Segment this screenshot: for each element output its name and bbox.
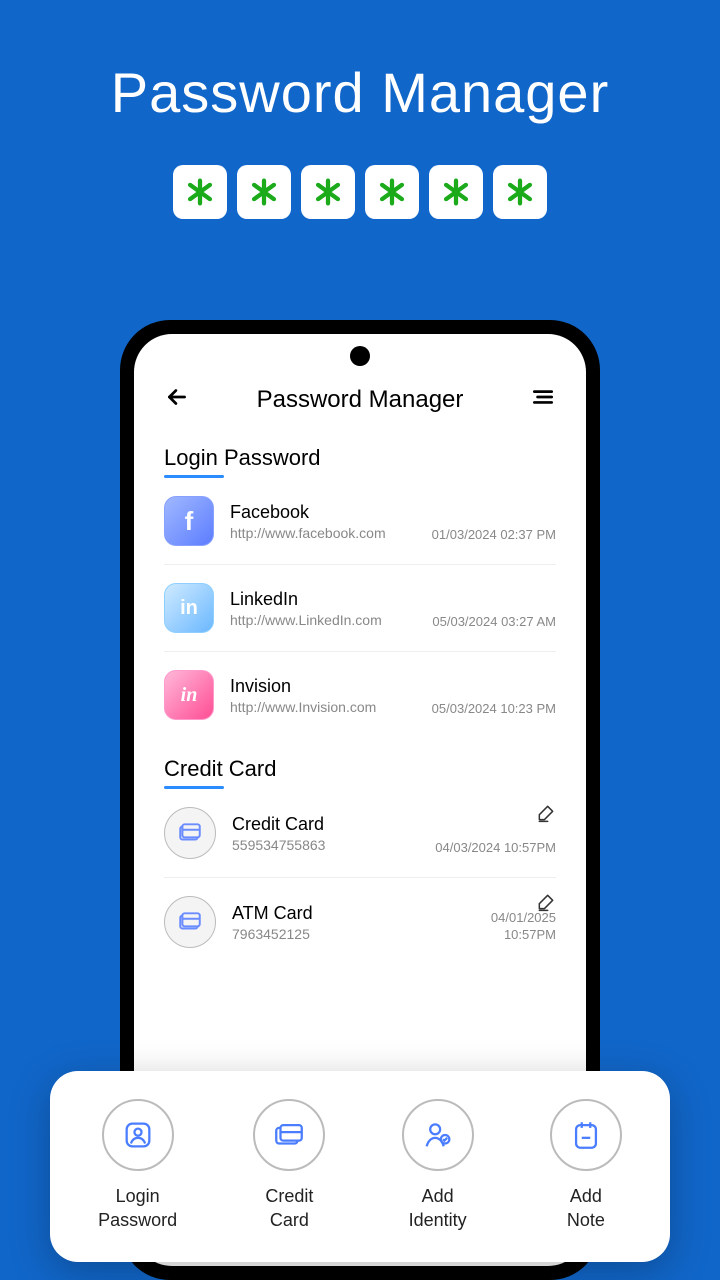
menu-icon[interactable] xyxy=(530,384,556,415)
item-url: http://www.LinkedIn.com xyxy=(230,612,432,628)
sheet-label: LoginPassword xyxy=(98,1185,177,1232)
item-number: 559534755863 xyxy=(232,837,435,853)
password-dot xyxy=(301,165,355,219)
item-title: Invision xyxy=(230,676,432,697)
sheet-label: CreditCard xyxy=(265,1185,313,1232)
sheet-label: AddNote xyxy=(567,1185,605,1232)
item-body: LinkedIn http://www.LinkedIn.com xyxy=(230,589,432,628)
item-timestamp: 04/03/2024 10:57PM xyxy=(435,840,556,859)
password-dot xyxy=(237,165,291,219)
item-body: Invision http://www.Invision.com xyxy=(230,676,432,715)
sheet-button-identity[interactable]: AddIdentity xyxy=(402,1099,474,1232)
note-icon xyxy=(550,1099,622,1171)
credit-card-icon xyxy=(164,807,216,859)
list-item[interactable]: in LinkedIn http://www.LinkedIn.com05/03/2… xyxy=(164,565,556,652)
item-body: Credit Card 559534755863 xyxy=(232,814,435,853)
section-login: Login Password f Facebook http://www.faceb… xyxy=(134,445,586,738)
sheet-label: AddIdentity xyxy=(409,1185,467,1232)
password-dot xyxy=(429,165,483,219)
item-title: Credit Card xyxy=(232,814,435,835)
item-timestamp: 01/03/2024 02:37 PM xyxy=(432,527,556,546)
password-dots-row xyxy=(0,165,720,219)
item-url: http://www.Invision.com xyxy=(230,699,432,715)
item-title: ATM Card xyxy=(232,903,491,924)
card-icon xyxy=(253,1099,325,1171)
list-item[interactable]: Credit Card 55953475586304/03/2024 10:57P… xyxy=(164,789,556,878)
item-timestamp: 05/03/2024 10:23 PM xyxy=(432,701,556,720)
bottom-sheet: LoginPassword CreditCard AddIdentity AddNot… xyxy=(50,1071,670,1262)
identity-icon xyxy=(402,1099,474,1171)
item-url: http://www.facebook.com xyxy=(230,525,432,541)
item-title: Facebook xyxy=(230,502,432,523)
fb-icon: f xyxy=(164,496,214,546)
edit-icon[interactable] xyxy=(536,892,556,917)
item-number: 7963452125 xyxy=(232,926,491,942)
password-dot xyxy=(493,165,547,219)
credit-card-icon xyxy=(164,896,216,948)
li-icon: in xyxy=(164,583,214,633)
sheet-button-login[interactable]: LoginPassword xyxy=(98,1099,177,1232)
item-body: ATM Card 7963452125 xyxy=(232,903,491,942)
camera-notch xyxy=(350,346,370,366)
section-title-card: Credit Card xyxy=(164,756,276,788)
password-dot xyxy=(173,165,227,219)
list-item[interactable]: ATM Card796345212504/01/202510:57PM xyxy=(164,878,556,966)
inv-icon: in xyxy=(164,670,214,720)
password-dot xyxy=(365,165,419,219)
sheet-button-card[interactable]: CreditCard xyxy=(253,1099,325,1232)
hero-title: Password Manager xyxy=(0,0,720,125)
section-title-login: Login Password xyxy=(164,445,321,477)
sheet-button-note[interactable]: AddNote xyxy=(550,1099,622,1232)
item-body: Facebook http://www.facebook.com xyxy=(230,502,432,541)
app-title: Password Manager xyxy=(257,386,464,414)
item-title: LinkedIn xyxy=(230,589,432,610)
login-list: f Facebook http://www.facebook.com01/03/20… xyxy=(164,478,556,738)
back-arrow-icon[interactable] xyxy=(164,384,190,415)
card-list: Credit Card 55953475586304/03/2024 10:57P… xyxy=(164,789,556,966)
login-icon xyxy=(102,1099,174,1171)
list-item[interactable]: f Facebook http://www.facebook.com01/03/20… xyxy=(164,478,556,565)
edit-icon[interactable] xyxy=(536,803,556,828)
section-card: Credit Card Credit Card 55953475586304/03… xyxy=(134,756,586,966)
list-item[interactable]: in Invision http://www.Invision.com05/03/2… xyxy=(164,652,556,738)
item-timestamp: 05/03/2024 03:27 AM xyxy=(432,614,556,633)
